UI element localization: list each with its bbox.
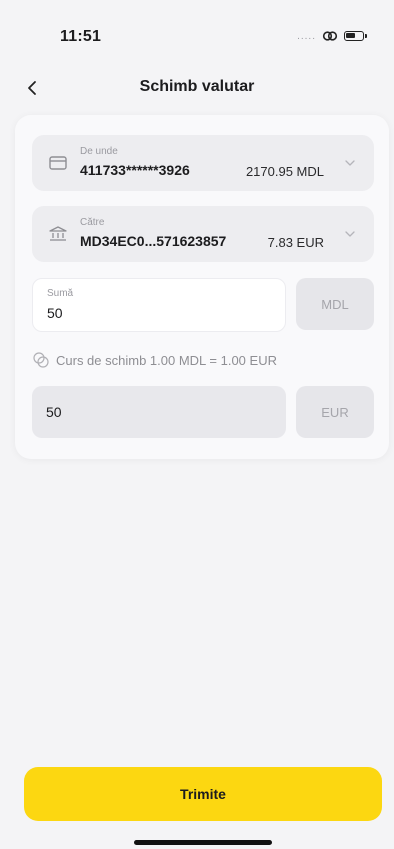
chevron-down-icon bbox=[345, 160, 355, 166]
from-account-balance: 2170.95 MDL bbox=[245, 164, 324, 179]
link-icon bbox=[322, 31, 338, 41]
converted-amount-field[interactable]: 50 bbox=[32, 386, 286, 438]
from-account-number: 411733******3926 bbox=[80, 162, 190, 178]
bank-icon bbox=[49, 226, 67, 241]
to-account-label: Către bbox=[80, 217, 105, 228]
from-account-select[interactable]: De unde 411733******3926 2170.95 MDL bbox=[32, 135, 374, 191]
status-icons: ..... bbox=[297, 30, 367, 42]
exchange-rate: Curs de schimb 1.00 MDL = 1.00 EUR bbox=[32, 351, 277, 369]
exchange-icon bbox=[33, 352, 49, 368]
exchange-rate-text: Curs de schimb 1.00 MDL = 1.00 EUR bbox=[56, 352, 277, 368]
status-bar: 11:51 ..... bbox=[0, 0, 394, 70]
to-account-number: MD34EC0...571623857 bbox=[80, 233, 227, 249]
home-indicator bbox=[134, 840, 272, 845]
battery-icon bbox=[344, 31, 367, 41]
converted-amount-value: 50 bbox=[46, 404, 62, 420]
converted-currency-button[interactable]: EUR bbox=[296, 386, 374, 438]
nav-bar: Schimb valutar bbox=[0, 70, 394, 106]
from-account-label: De unde bbox=[80, 146, 118, 157]
amount-label: Sumă bbox=[47, 288, 74, 299]
page-title: Schimb valutar bbox=[139, 78, 255, 95]
status-time: 11:51 bbox=[60, 28, 102, 45]
chevron-down-icon bbox=[345, 231, 355, 237]
to-account-balance: 7.83 EUR bbox=[267, 235, 324, 250]
amount-currency-button[interactable]: MDL bbox=[296, 278, 374, 330]
signal-icon: ..... bbox=[297, 30, 316, 42]
exchange-card: De unde 411733******3926 2170.95 MDL Căt… bbox=[15, 115, 389, 459]
send-button[interactable]: Trimite bbox=[24, 767, 382, 821]
card-icon bbox=[49, 156, 67, 170]
amount-input[interactable]: Sumă 50 bbox=[32, 278, 286, 332]
to-account-select[interactable]: Către MD34EC0...571623857 7.83 EUR bbox=[32, 206, 374, 262]
amount-value: 50 bbox=[47, 305, 63, 321]
